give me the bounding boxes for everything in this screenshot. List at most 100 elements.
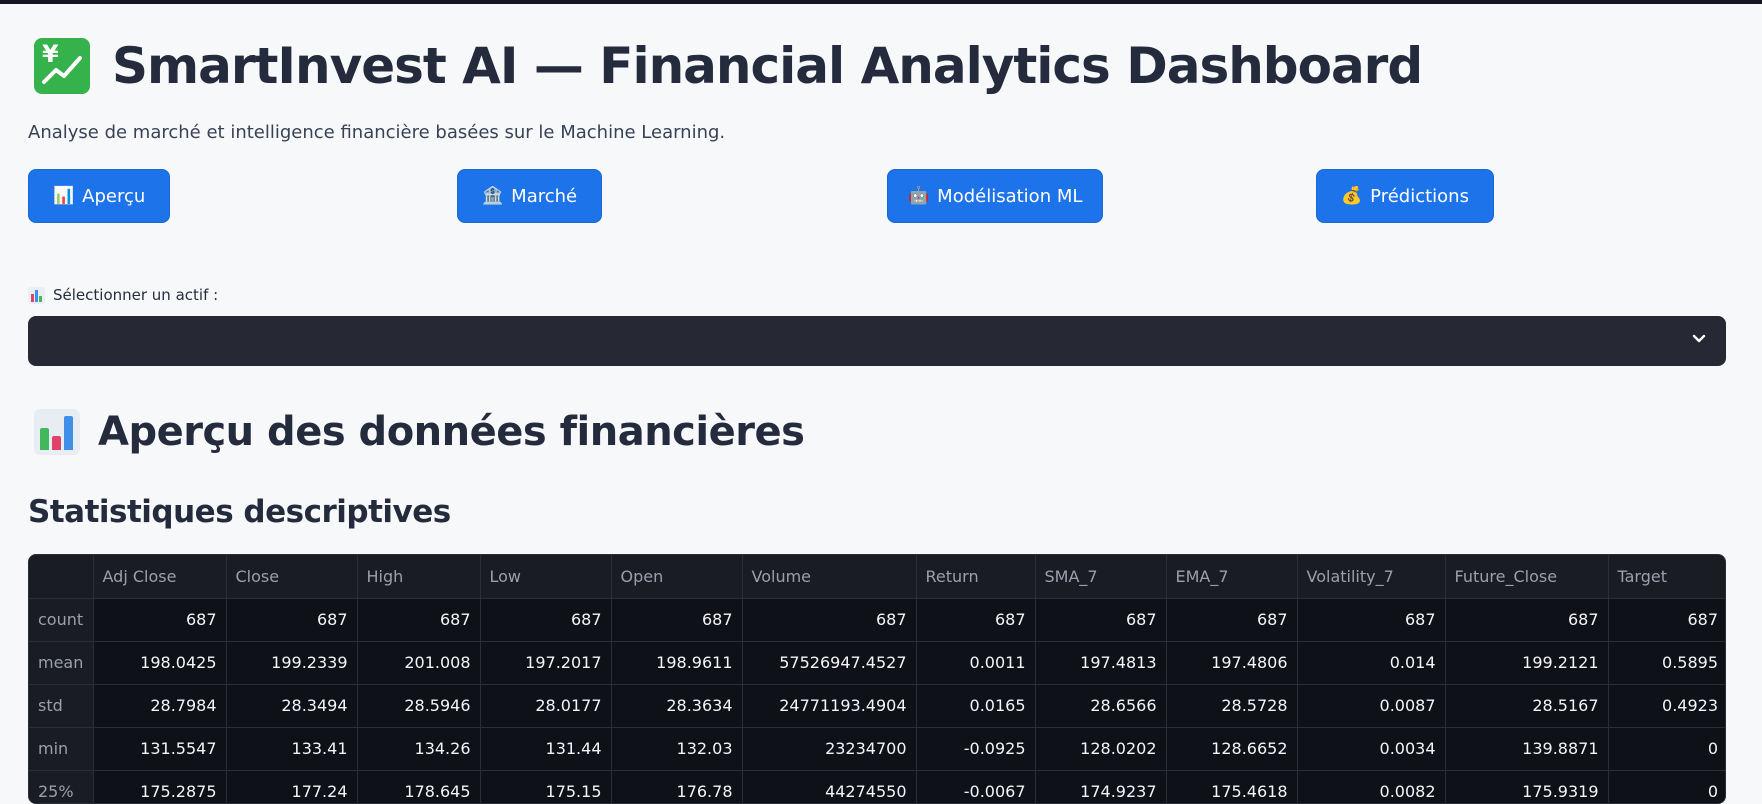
- table-cell[interactable]: 0.0011: [916, 641, 1036, 685]
- table-cell[interactable]: 139.8871: [1445, 727, 1609, 771]
- column-header[interactable]: Low: [480, 555, 612, 599]
- table-cell[interactable]: 174.9237: [1035, 770, 1167, 803]
- table-cell[interactable]: 0.5895: [1608, 641, 1725, 685]
- table-cell[interactable]: 24771193.4904: [742, 684, 917, 728]
- table-cell[interactable]: 28.0177: [480, 684, 612, 728]
- table-cell[interactable]: 134.26: [357, 727, 481, 771]
- table-cell[interactable]: 687: [1608, 598, 1725, 642]
- table-cell[interactable]: 175.2875: [93, 770, 227, 803]
- table-cell[interactable]: 0.0087: [1297, 684, 1446, 728]
- table-cell[interactable]: 44274550: [742, 770, 917, 803]
- table-row: 25% 175.2875 177.24 178.645 175.15 176.78 4427…: [29, 770, 1725, 803]
- table-row: std 28.7984 28.3494 28.5946 28.0177 28.3634 24…: [29, 684, 1725, 728]
- nav-button-marche[interactable]: 🏦 Marché: [457, 169, 603, 223]
- column-header[interactable]: EMA_7: [1166, 555, 1298, 599]
- row-header-cell[interactable]: min: [29, 727, 94, 771]
- nav-button-label: Aperçu: [82, 185, 146, 207]
- column-header[interactable]: Open: [611, 555, 743, 599]
- table-cell[interactable]: 687: [357, 598, 481, 642]
- table-cell[interactable]: 28.5167: [1445, 684, 1609, 728]
- column-header[interactable]: SMA_7: [1035, 555, 1167, 599]
- asset-select-dropdown[interactable]: [28, 316, 1726, 366]
- table-cell[interactable]: 128.0202: [1035, 727, 1167, 771]
- table-cell[interactable]: 687: [611, 598, 743, 642]
- row-header-cell[interactable]: mean: [29, 641, 94, 685]
- table-row: count 687 687 687 687 687 687 687 687 687 687 687 68…: [29, 598, 1725, 642]
- table-cell[interactable]: 132.03: [611, 727, 743, 771]
- table-cell[interactable]: -0.0067: [916, 770, 1036, 803]
- bar-chart-icon: [28, 286, 45, 304]
- table-cell[interactable]: 198.0425: [93, 641, 227, 685]
- table-cell[interactable]: 199.2121: [1445, 641, 1609, 685]
- nav-button-label: Marché: [511, 185, 578, 207]
- table-cell[interactable]: 197.2017: [480, 641, 612, 685]
- table-cell[interactable]: 28.6566: [1035, 684, 1167, 728]
- table-cell[interactable]: 197.4813: [1035, 641, 1167, 685]
- row-header-cell[interactable]: 25%: [29, 770, 94, 803]
- column-header[interactable]: Close: [226, 555, 358, 599]
- table-cell[interactable]: 199.2339: [226, 641, 358, 685]
- nav-button-apercu[interactable]: 📊 Aperçu: [28, 169, 171, 223]
- table-cell[interactable]: 28.3634: [611, 684, 743, 728]
- table-cell[interactable]: 176.78: [611, 770, 743, 803]
- table-cell[interactable]: 178.645: [357, 770, 481, 803]
- column-header[interactable]: Adj Close: [93, 555, 227, 599]
- table-cell[interactable]: 28.5946: [357, 684, 481, 728]
- section-title: Aperçu des données financières: [98, 409, 805, 455]
- table-cell[interactable]: 28.7984: [93, 684, 227, 728]
- table-row: min 131.5547 133.41 134.26 131.44 132.03 23234…: [29, 727, 1725, 771]
- column-header[interactable]: High: [357, 555, 481, 599]
- table-cell[interactable]: 197.4806: [1166, 641, 1298, 685]
- chart-increasing-yen-icon: ¥: [34, 38, 90, 94]
- table-cell[interactable]: 175.4618: [1166, 770, 1298, 803]
- table-cell[interactable]: 0.4923: [1608, 684, 1725, 728]
- table-cell[interactable]: 0.0165: [916, 684, 1036, 728]
- table-cell[interactable]: 687: [226, 598, 358, 642]
- table-cell[interactable]: 687: [916, 598, 1036, 642]
- column-header[interactable]: Target: [1608, 555, 1725, 599]
- table-cell[interactable]: 28.3494: [226, 684, 358, 728]
- table-cell[interactable]: 0.0034: [1297, 727, 1446, 771]
- table-cell[interactable]: -0.0925: [916, 727, 1036, 771]
- top-bar: [0, 0, 1762, 4]
- table-cell[interactable]: 0.014: [1297, 641, 1446, 685]
- nav-button-predictions[interactable]: 💰 Prédictions: [1316, 169, 1494, 223]
- table-cell[interactable]: 128.6652: [1166, 727, 1298, 771]
- row-header-cell[interactable]: std: [29, 684, 94, 728]
- column-header[interactable]: Volatility_7: [1297, 555, 1446, 599]
- table-cell[interactable]: 0: [1608, 770, 1725, 803]
- table-cell[interactable]: 177.24: [226, 770, 358, 803]
- money-bag-icon: 💰: [1341, 186, 1363, 206]
- column-header[interactable]: [29, 555, 94, 599]
- nav-button-modelisation-ml[interactable]: 🤖 Modélisation ML: [887, 169, 1104, 223]
- column-header[interactable]: Volume: [742, 555, 917, 599]
- column-header[interactable]: Future_Close: [1445, 555, 1609, 599]
- statistics-table[interactable]: Adj Close Close High Low Open Volume Ret…: [28, 554, 1726, 804]
- table-cell[interactable]: 28.5728: [1166, 684, 1298, 728]
- table-cell[interactable]: 687: [1297, 598, 1446, 642]
- table-cell[interactable]: 0: [1608, 727, 1725, 771]
- table-cell[interactable]: 0.0082: [1297, 770, 1446, 803]
- table-cell[interactable]: 687: [1166, 598, 1298, 642]
- table-row: mean 198.0425 199.2339 201.008 197.2017 198.9…: [29, 641, 1725, 685]
- chevron-down-icon: [1692, 334, 1706, 343]
- table-cell[interactable]: 687: [93, 598, 227, 642]
- asset-select-label-text: Sélectionner un actif :: [53, 286, 219, 304]
- table-cell[interactable]: 175.15: [480, 770, 612, 803]
- column-header[interactable]: Return: [916, 555, 1036, 599]
- row-header-cell[interactable]: count: [29, 598, 94, 642]
- table-cell[interactable]: 687: [1445, 598, 1609, 642]
- table-cell[interactable]: 687: [1035, 598, 1167, 642]
- table-cell[interactable]: 198.9611: [611, 641, 743, 685]
- table-cell[interactable]: 175.9319: [1445, 770, 1609, 803]
- nav-button-label: Prédictions: [1370, 185, 1469, 207]
- table-cell[interactable]: 131.5547: [93, 727, 227, 771]
- table-cell[interactable]: 23234700: [742, 727, 917, 771]
- table-cell[interactable]: 687: [742, 598, 917, 642]
- table-cell[interactable]: 201.008: [357, 641, 481, 685]
- table-cell[interactable]: 687: [480, 598, 612, 642]
- table-cell[interactable]: 133.41: [226, 727, 358, 771]
- section-header: Aperçu des données financières: [34, 404, 805, 460]
- table-cell[interactable]: 131.44: [480, 727, 612, 771]
- table-cell[interactable]: 57526947.4527: [742, 641, 917, 685]
